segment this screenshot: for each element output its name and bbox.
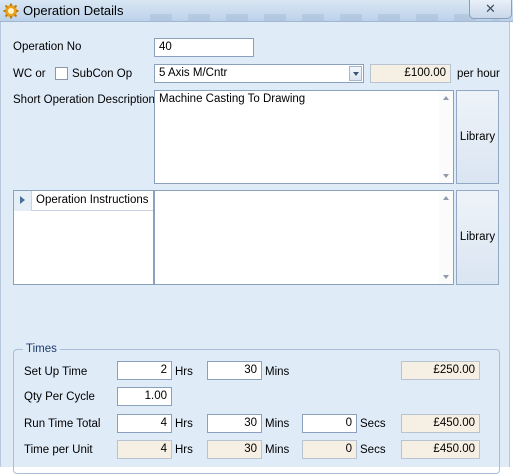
operation-no-label: Operation No (13, 41, 82, 53)
per-hour-label: per hour (457, 68, 500, 80)
qty-per-cycle-label: Qty Per Cycle (24, 391, 95, 403)
hourly-rate-field: £100.00 (370, 64, 451, 83)
unit-mins-unit: Mins (265, 444, 290, 456)
run-hours-field[interactable]: 4 (117, 414, 172, 433)
chevron-down-icon[interactable] (349, 66, 362, 81)
unit-mins-field: 30 (207, 440, 262, 459)
setup-mins-field[interactable]: 30 (207, 361, 262, 380)
subcon-op-label: SubCon Op (72, 68, 133, 80)
scroll-up-icon[interactable] (443, 96, 449, 100)
short-description-label: Short Operation Description (13, 94, 155, 106)
work-centre-value: 5 Axis M/Cntr (159, 67, 228, 79)
background-window-ghost (150, 14, 500, 22)
close-button[interactable]: ✕ (469, 0, 512, 19)
run-cost-field: £450.00 (401, 414, 480, 433)
run-secs-unit: Secs (360, 418, 386, 430)
unit-secs-unit: Secs (360, 444, 386, 456)
setup-mins-unit: Mins (265, 366, 290, 378)
short-description-textarea[interactable]: Machine Casting To Drawing (154, 90, 454, 184)
setup-time-label: Set Up Time (24, 366, 88, 378)
qty-per-cycle-field[interactable]: 1.00 (117, 387, 172, 406)
run-time-total-label: Run Time Total (24, 418, 101, 430)
unit-hrs-unit: Hrs (175, 444, 193, 456)
window-title: Operation Details (23, 3, 124, 18)
time-per-unit-label: Time per Unit (24, 444, 93, 456)
row-pointer-icon (20, 196, 25, 204)
instructions-scrollbar[interactable] (439, 191, 453, 284)
unit-hours-field: 4 (117, 440, 172, 459)
run-hrs-unit: Hrs (175, 418, 193, 430)
unit-cost-field: £450.00 (401, 440, 480, 459)
row-selector[interactable] (14, 191, 32, 211)
operation-instructions-grid[interactable]: Operation Instructions (13, 190, 154, 285)
close-icon: ✕ (485, 1, 496, 16)
description-library-label: Library (459, 131, 496, 143)
run-mins-field[interactable]: 30 (207, 414, 262, 433)
scroll-down-icon[interactable] (443, 174, 449, 178)
operation-instructions-row[interactable]: Operation Instructions (14, 191, 153, 211)
run-secs-field[interactable]: 0 (302, 414, 357, 433)
form-panel: Operation No 40 WC or SubCon Op 5 Axis M… (0, 22, 510, 474)
short-description-text: Machine Casting To Drawing (159, 93, 306, 105)
operation-no-field[interactable]: 40 (154, 38, 254, 57)
instructions-library-label: Library (459, 231, 496, 243)
operation-instructions-header: Operation Instructions (36, 194, 149, 206)
work-centre-select[interactable]: 5 Axis M/Cntr (154, 64, 364, 83)
operation-instructions-textarea[interactable] (154, 190, 454, 285)
setup-hours-field[interactable]: 2 (117, 361, 172, 380)
description-library-button[interactable]: Library (456, 90, 499, 184)
scroll-up-icon[interactable] (443, 196, 449, 200)
gear-app-icon (3, 3, 19, 19)
times-group-title: Times (23, 343, 60, 355)
setup-cost-field: £250.00 (401, 361, 480, 380)
wc-or-label: WC or (13, 68, 46, 80)
run-mins-unit: Mins (265, 418, 290, 430)
instructions-library-button[interactable]: Library (456, 190, 499, 285)
scroll-down-icon[interactable] (443, 275, 449, 279)
unit-secs-field: 0 (302, 440, 357, 459)
subcon-op-checkbox[interactable] (55, 67, 68, 80)
setup-hrs-unit: Hrs (175, 366, 193, 378)
title-bar: Operation Details ✕ (0, 0, 513, 22)
short-description-scrollbar[interactable] (439, 91, 453, 183)
